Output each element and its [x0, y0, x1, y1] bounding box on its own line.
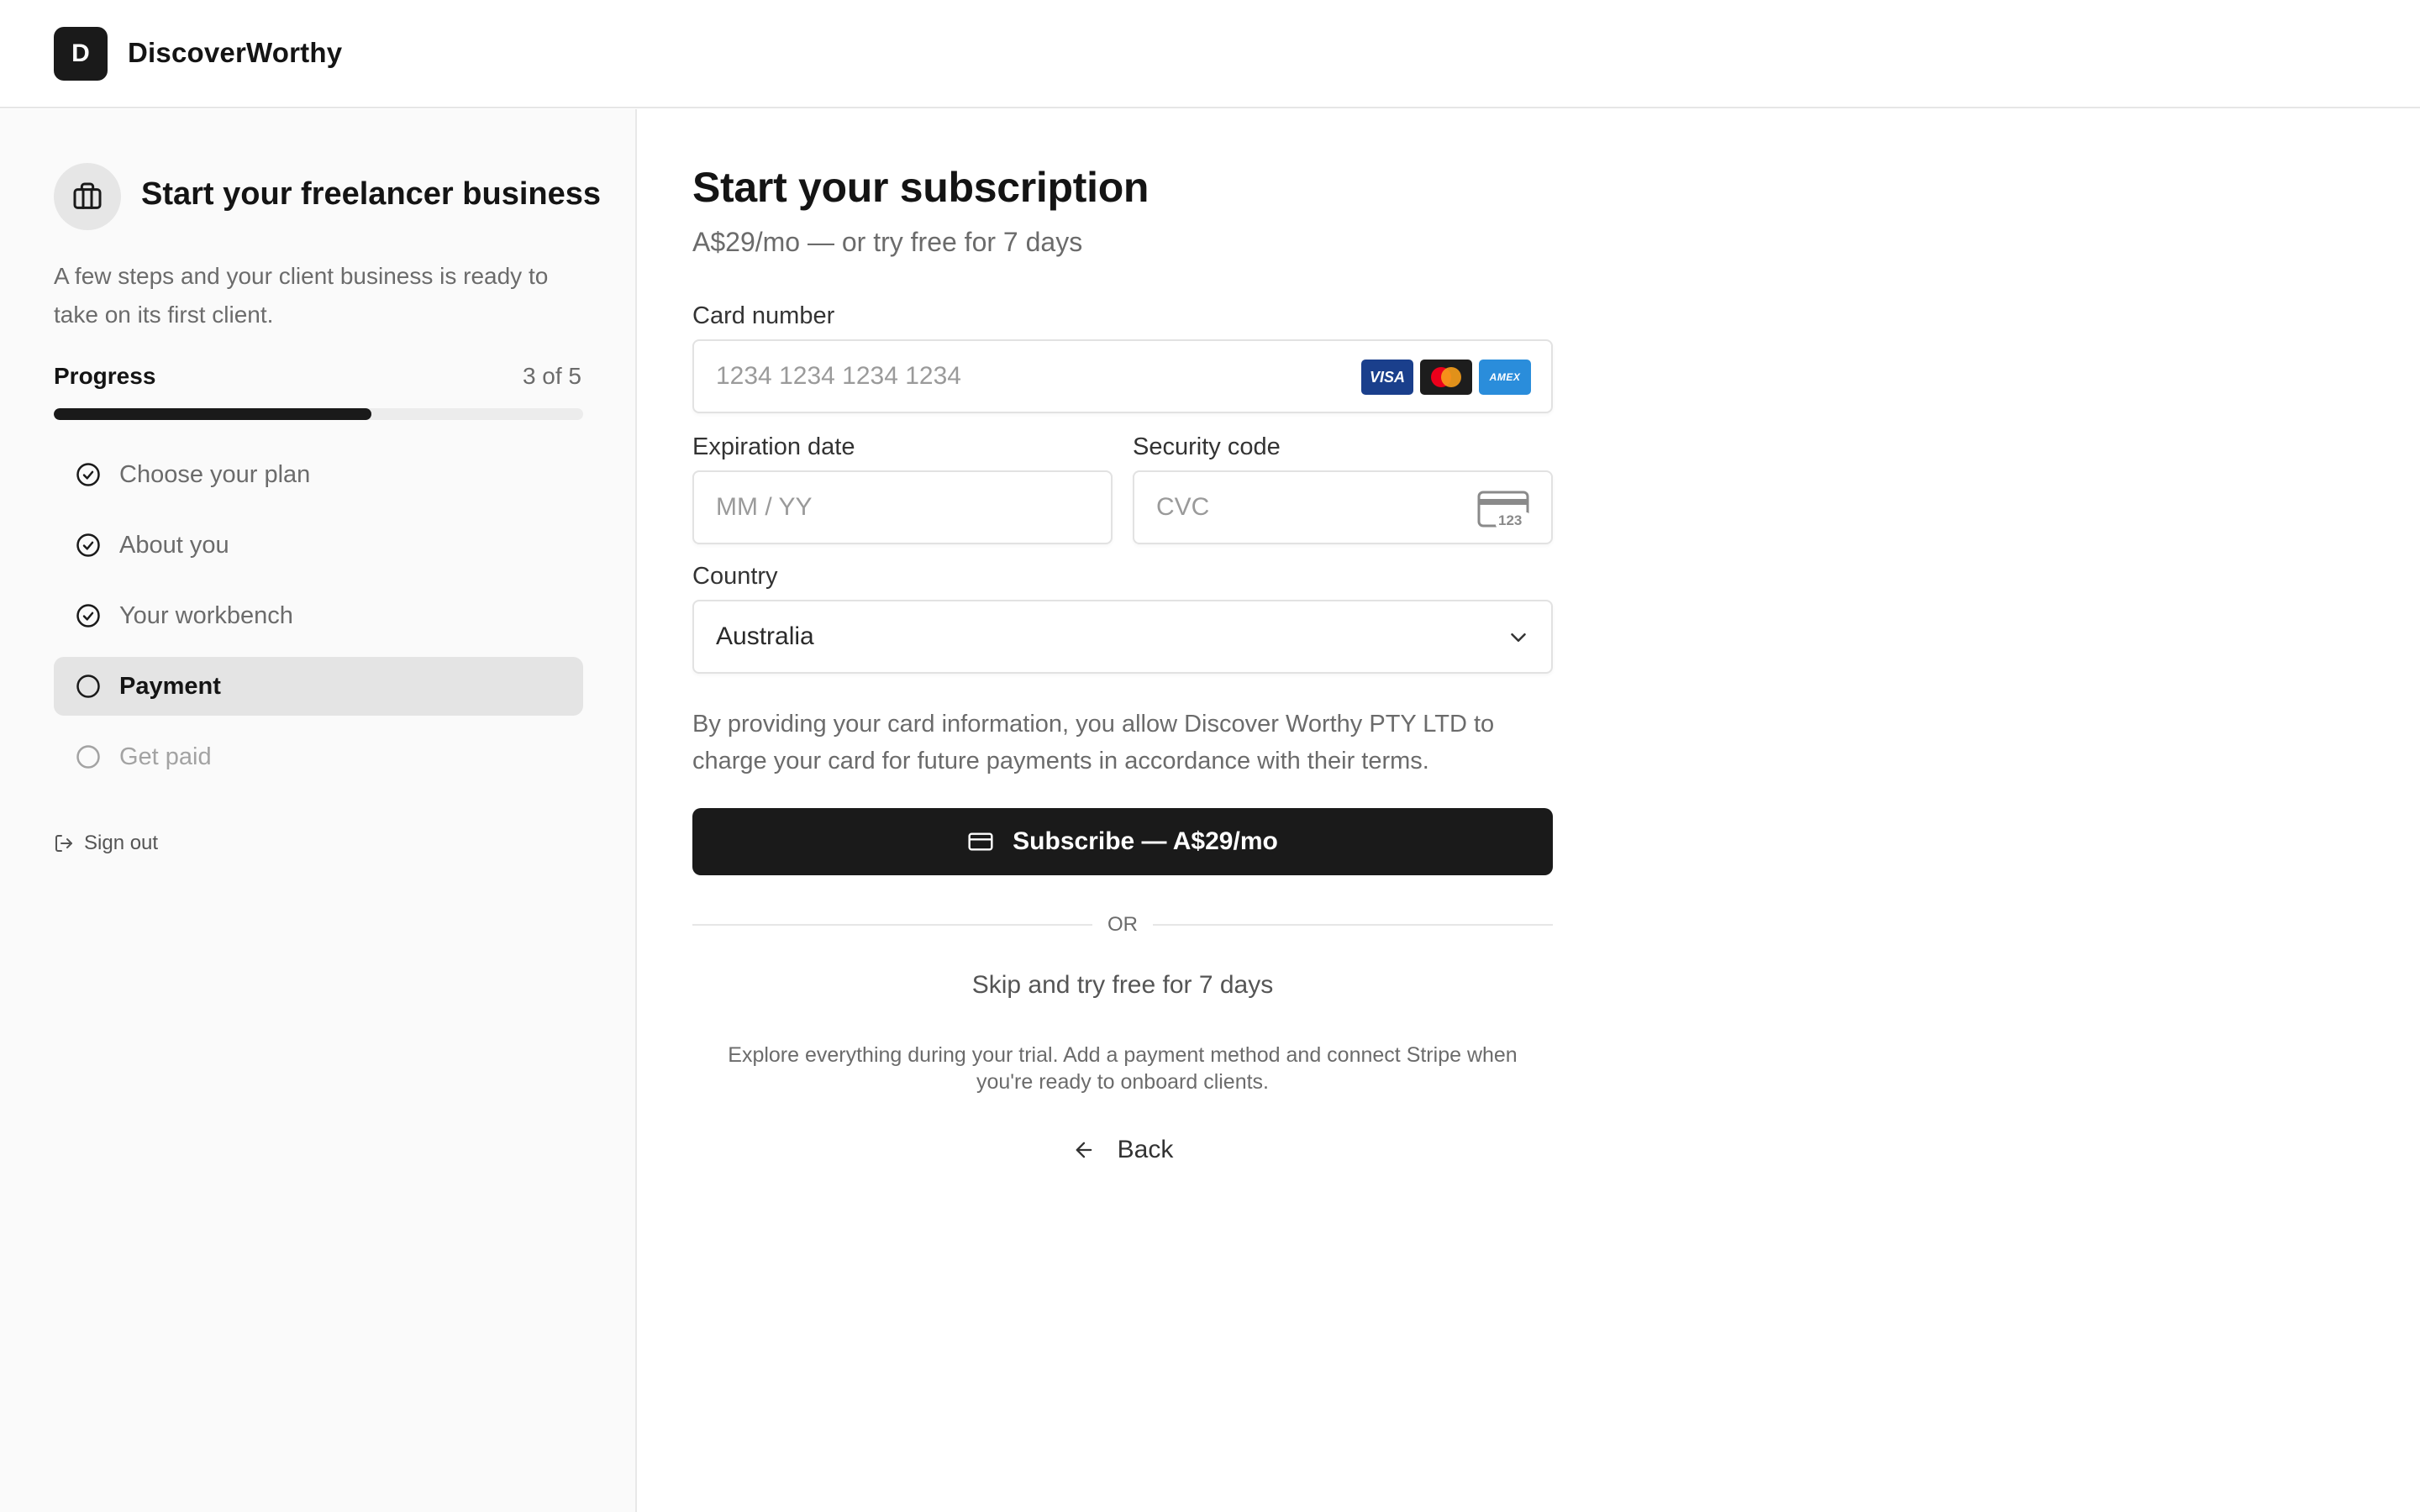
card-number-placeholder: 1234 1234 1234 1234 — [716, 362, 961, 390]
check-circle-icon — [76, 533, 101, 558]
subscribe-label: Subscribe — A$29/mo — [1013, 827, 1278, 855]
arrow-left-icon — [1072, 1138, 1096, 1162]
sign-out-link[interactable]: Sign out — [54, 832, 158, 855]
skip-trial-button[interactable]: Skip and try free for 7 days — [692, 971, 1553, 1000]
log-out-icon — [54, 833, 74, 853]
or-divider: OR — [692, 913, 1553, 936]
step-label: Choose your plan — [119, 460, 311, 488]
progress-count: 3 of 5 — [522, 363, 581, 389]
progress-bar — [54, 408, 583, 420]
card-number-label: Card number — [692, 302, 835, 329]
sidebar: Start your freelancer business A few ste… — [0, 109, 637, 1512]
back-label: Back — [1117, 1136, 1174, 1163]
briefcase-icon — [54, 163, 121, 230]
progress-fill — [54, 408, 371, 420]
back-button[interactable]: Back — [692, 1136, 1553, 1164]
card-number-input[interactable]: 1234 1234 1234 1234 VISA AMEX — [692, 339, 1553, 413]
circle-icon — [76, 744, 101, 769]
step-list: Choose your plan About you Your workbenc… — [54, 445, 583, 798]
logo[interactable]: D — [54, 27, 108, 81]
check-circle-icon — [76, 462, 101, 487]
security-code-label: Security code — [1133, 433, 1281, 460]
step-about-you[interactable]: About you — [54, 516, 583, 575]
step-label: Get paid — [119, 743, 212, 770]
subscribe-button[interactable]: Subscribe — A$29/mo — [692, 808, 1553, 875]
credit-card-icon — [967, 828, 994, 855]
or-label: OR — [1107, 913, 1138, 936]
cvc-card-icon: 123 — [1477, 491, 1531, 536]
country-label: Country — [692, 563, 778, 590]
step-choose-your-plan[interactable]: Choose your plan — [54, 445, 583, 504]
cvc-icon-text: 123 — [1498, 512, 1522, 528]
expiration-label: Expiration date — [692, 433, 855, 460]
card-brands: VISA AMEX — [1361, 360, 1531, 395]
security-code-input[interactable]: CVC 123 — [1133, 470, 1553, 544]
country-value: Australia — [716, 622, 814, 650]
divider-line — [692, 924, 1092, 926]
country-select[interactable]: Australia — [692, 600, 1553, 674]
legal-text: By providing your card information, you … — [692, 711, 1495, 774]
sidebar-description: A few steps and your client business is … — [54, 263, 549, 328]
step-your-workbench[interactable]: Your workbench — [54, 586, 583, 645]
security-code-placeholder: CVC — [1156, 493, 1210, 521]
circle-icon — [76, 674, 101, 699]
page-subtitle: A$29/mo — or try free for 7 days — [692, 227, 1083, 257]
expiration-placeholder: MM / YY — [716, 493, 813, 521]
top-bar: D DiscoverWorthy — [0, 0, 2420, 108]
trial-info-text: Explore everything during your trial. Ad… — [728, 1043, 1518, 1094]
expiration-input[interactable]: MM / YY — [692, 470, 1113, 544]
sign-out-label: Sign out — [84, 832, 159, 854]
step-label: About you — [119, 531, 229, 559]
step-label: Payment — [119, 672, 221, 700]
step-payment[interactable]: Payment — [54, 657, 583, 716]
page-title: Start your subscription — [692, 164, 1150, 211]
visa-icon: VISA — [1361, 360, 1413, 395]
check-circle-icon — [76, 603, 101, 628]
brand-name[interactable]: DiscoverWorthy — [128, 37, 342, 69]
amex-icon: AMEX — [1479, 360, 1531, 395]
step-get-paid[interactable]: Get paid — [54, 727, 583, 786]
divider-line — [1153, 924, 1553, 926]
mastercard-icon — [1420, 360, 1472, 395]
sidebar-title: Start your freelancer business — [141, 176, 601, 212]
progress-label: Progress — [54, 363, 156, 389]
step-label: Your workbench — [119, 601, 293, 629]
chevron-down-icon — [1506, 625, 1531, 657]
